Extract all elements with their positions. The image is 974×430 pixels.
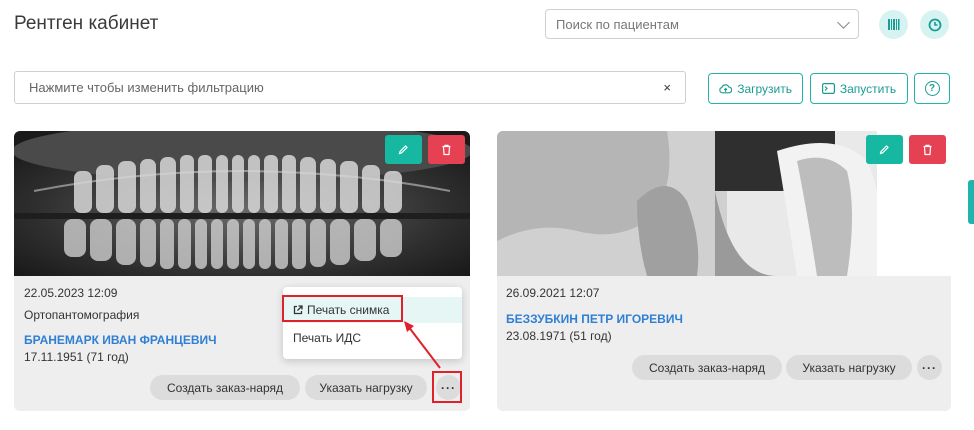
menu-item-label: Печать снимка: [307, 303, 390, 317]
filter-placeholder: Нажмите чтобы изменить фильтрацию: [29, 80, 264, 95]
menu-item-print-image[interactable]: Печать снимка: [283, 297, 462, 323]
menu-item-print-ids[interactable]: Печать ИДС: [283, 325, 462, 351]
edit-button[interactable]: [385, 135, 422, 164]
help-icon: ?: [924, 81, 940, 96]
launch-button[interactable]: Запустить: [810, 73, 908, 104]
help-button[interactable]: ?: [914, 73, 950, 104]
chevron-down-icon: [837, 15, 850, 29]
history-button[interactable]: [920, 10, 949, 39]
patient-search-select[interactable]: Поиск по пациентам: [545, 9, 859, 39]
study-date: 22.05.2023 12:09: [24, 286, 118, 300]
terminal-icon: [821, 83, 835, 94]
more-actions-button[interactable]: ···: [436, 375, 461, 400]
page-title: Рентген кабинет: [14, 13, 159, 34]
xray-card: 22.05.2023 12:09 Ортопантомография БРАНЕ…: [14, 131, 470, 411]
barcode-button[interactable]: [879, 10, 908, 39]
trash-icon: [923, 144, 932, 155]
patient-name-link[interactable]: БЕЗЗУБКИН ПЕТР ИГОРЕВИЧ: [506, 312, 683, 326]
more-actions-menu: Печать снимка Печать ИДС: [283, 287, 462, 359]
delete-button[interactable]: [428, 135, 465, 164]
patient-birth-date: 23.08.1971 (51 год): [506, 329, 612, 343]
more-actions-button[interactable]: ···: [917, 355, 942, 380]
external-link-icon: [293, 305, 303, 315]
patient-name-link[interactable]: БРАНЕМАРК ИВАН ФРАНЦЕВИЧ: [24, 333, 217, 347]
clock-icon: [928, 18, 941, 31]
patient-birth-date: 17.11.1951 (71 год): [24, 350, 129, 364]
upload-label: Загрузить: [737, 81, 792, 96]
upload-button[interactable]: Загрузить: [708, 73, 803, 104]
trash-icon: [442, 144, 451, 155]
cloud-upload-icon: [719, 83, 733, 93]
barcode-icon: [888, 19, 900, 30]
filter-input[interactable]: Нажмите чтобы изменить фильтрацию ×: [14, 71, 686, 104]
side-panel-tab[interactable]: [968, 180, 974, 224]
edit-button[interactable]: [866, 135, 903, 164]
pencil-icon: [398, 145, 408, 155]
pencil-icon: [879, 145, 889, 155]
set-load-button[interactable]: Указать нагрузку: [305, 375, 427, 400]
set-load-button[interactable]: Указать нагрузку: [786, 355, 912, 380]
menu-item-label: Печать ИДС: [293, 331, 362, 345]
create-order-button[interactable]: Создать заказ-наряд: [632, 355, 782, 380]
create-order-button[interactable]: Создать заказ-наряд: [150, 375, 300, 400]
study-date: 26.09.2021 12:07: [506, 286, 600, 300]
xray-card: 26.09.2021 12:07 БЕЗЗУБКИН ПЕТР ИГОРЕВИЧ…: [497, 131, 951, 411]
launch-label: Запустить: [839, 81, 897, 96]
search-placeholder: Поиск по пациентам: [556, 16, 679, 32]
clear-filter-icon[interactable]: ×: [663, 80, 671, 95]
study-type: Ортопантомография: [24, 308, 140, 322]
delete-button[interactable]: [909, 135, 946, 164]
